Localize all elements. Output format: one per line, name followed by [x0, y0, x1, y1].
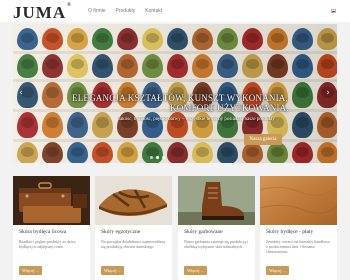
site-header: JUMA® O firmie Produkty Kontakt — [0, 0, 350, 22]
card-title: Skóry garbowane — [184, 229, 223, 235]
card-text: Jesteśmy otwarci na kontakty handlowe z … — [266, 239, 330, 254]
product-cards: Skóra bydlęca licowa Rzadkie i piękne pr… — [13, 176, 337, 280]
nav-item-kontakt[interactable]: Kontakt — [145, 8, 162, 14]
hero-subtitle: Jakość, trwałość, piękno barwy – wszystk… — [118, 117, 275, 122]
card-more-button[interactable]: Więcej ... — [184, 266, 207, 275]
hero-title-line1: ELEGANCJA KSZTAŁTÓW, KUNSZT WYKONANIA, — [72, 93, 288, 103]
slider-dots — [150, 156, 165, 159]
card-title: Skóra bydlęca licowa — [19, 229, 67, 235]
slider-dot[interactable] — [150, 156, 153, 159]
leather-hide-texture-image[interactable] — [260, 176, 337, 225]
card-text: Rzadkie i piękne produkty ze skóry bydlę… — [19, 239, 76, 249]
logo-text: JUMA — [13, 3, 67, 22]
logo-registered-mark: ® — [67, 3, 72, 8]
card-text: Na początku działalności zajmowaliśmy si… — [101, 239, 166, 249]
hero-title: ELEGANCJA KSZTAŁTÓW, KUNSZT WYKONANIA, K… — [72, 93, 322, 113]
nav-item-produkty[interactable]: Produkty — [116, 8, 136, 14]
card-title: Skóry bydlęce - płaty — [266, 229, 314, 235]
main-nav: O firmie Produkty Kontakt — [88, 8, 162, 14]
card-more-button[interactable]: Więcej ... — [266, 266, 289, 275]
slider-dot[interactable] — [162, 156, 165, 159]
nav-item-o-firmie[interactable]: O firmie — [88, 8, 106, 14]
leather-boot-image[interactable] — [178, 176, 255, 225]
slider-dot-active[interactable] — [156, 156, 159, 159]
card-title: Skóry egzotyczne — [101, 229, 141, 235]
card-more-button[interactable]: Więcej ... — [19, 266, 42, 275]
leather-sandal-image[interactable] — [95, 176, 172, 225]
hero-title-line2: KOMFORT UŻYTKOWANIA. — [170, 103, 289, 113]
chevron-left-icon[interactable]: ‹ — [16, 88, 26, 98]
product-card: Skóry bydlęce - płaty Jesteśmy otwarci n… — [260, 176, 337, 280]
vintage-leather-suitcases-image[interactable] — [13, 176, 90, 225]
chevron-right-icon[interactable]: › — [323, 88, 333, 98]
product-card: Skóry egzotyczne Na początku działalnośc… — [95, 176, 172, 280]
logo[interactable]: JUMA® — [13, 3, 72, 23]
flag-icon-pl[interactable] — [331, 9, 336, 13]
product-card: Skóry garbowane Nasza garbarnia zajmuje … — [178, 176, 255, 280]
product-card: Skóra bydlęca licowa Rzadkie i piękne pr… — [13, 176, 90, 280]
card-more-button[interactable]: Więcej ... — [101, 266, 124, 275]
gallery-button[interactable]: Nasza galeria — [244, 134, 282, 145]
card-text: Nasza garbarnia zajmuje się produkcją i … — [184, 239, 249, 249]
